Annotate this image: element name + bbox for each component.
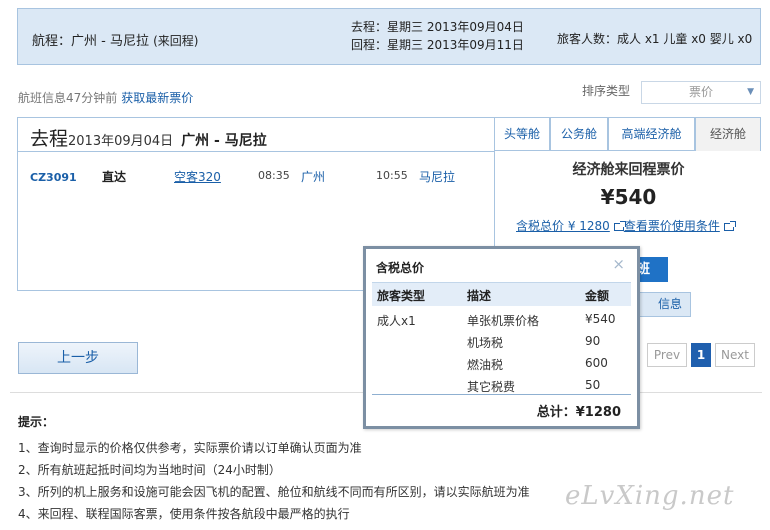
route-summary: 航程：广州 - 马尼拉 (来回程) xyxy=(32,30,199,49)
header-pax-type: 旅客类型 xyxy=(377,289,426,303)
header-amount: 金额 xyxy=(585,289,610,303)
flight-type: 直达 xyxy=(102,170,127,184)
arrive-city: 马尼拉 xyxy=(419,170,456,184)
popup-table-header: 旅客类型 描述 金额 xyxy=(372,282,631,306)
arrive-time: 10:55 xyxy=(376,169,408,182)
depart-label: 去程： xyxy=(351,20,388,34)
external-link-icon xyxy=(723,220,736,231)
next-page-button[interactable]: Next xyxy=(715,343,755,367)
chevron-down-icon: ▼ xyxy=(747,87,754,97)
route-cities: 广州 - 马尼拉 xyxy=(71,34,149,49)
sort-select[interactable]: 票价 ▼ xyxy=(641,81,761,104)
passenger-count: 旅客人数：成人 x1 儿童 x0 婴儿 x0 xyxy=(557,30,752,47)
popup-icon xyxy=(613,220,626,231)
aircraft-link[interactable]: 空客320 xyxy=(174,168,221,185)
fare-price: ¥540 xyxy=(600,185,657,209)
prev-page-button[interactable]: Prev xyxy=(647,343,687,367)
popup-total: 总计：¥1280 xyxy=(536,405,621,420)
panel-title: 去程2013年09月04日 广州 - 马尼拉 xyxy=(30,124,267,151)
row-amount: 600 xyxy=(585,356,608,370)
sort-value: 票价 xyxy=(688,85,713,99)
return-date: 星期三 2013年09月11日 xyxy=(387,38,524,52)
refresh-fares-link[interactable]: 获取最新票价 xyxy=(121,91,193,105)
flight-number[interactable]: CZ3091 xyxy=(30,171,77,184)
row-desc: 燃油税 xyxy=(467,358,504,372)
fare-title: 经济舱来回程票价 xyxy=(572,162,685,178)
row-desc: 其它税费 xyxy=(467,380,516,394)
route-note: (来回程) xyxy=(153,34,199,48)
tip-item: 2、所有航班起抵时间均为当地时间（24小时制） xyxy=(18,463,281,477)
depart-date: 星期三 2013年09月04日 xyxy=(387,20,524,34)
leg-route: 广州 - 马尼拉 xyxy=(181,133,267,149)
row-desc: 单张机票价格 xyxy=(467,314,540,328)
info-text: 航班信息47分钟前 xyxy=(18,91,118,105)
depart-city: 广州 xyxy=(301,170,326,184)
leg-date: 2013年09月04日 xyxy=(68,134,174,149)
pax-value: 成人 x1 儿童 x0 婴儿 x0 xyxy=(617,32,753,46)
tip-item: 3、所列的机上服务和设施可能会因飞机的配置、舱位和航线不同而有所区别，请以实际航… xyxy=(18,485,530,499)
close-icon[interactable]: × xyxy=(612,255,625,273)
row-pax: 成人x1 xyxy=(377,314,416,328)
watermark-logo: eLvXing.net xyxy=(565,481,735,511)
tab-first-class[interactable]: 头等舱 xyxy=(494,118,550,151)
depart-time: 08:35 xyxy=(258,169,290,182)
tip-item: 1、查询时显示的价格仅供参考，实际票价请以订单确认页面为准 xyxy=(18,441,362,455)
leg-title: 去程 xyxy=(30,128,69,150)
tax-total-link[interactable]: 含税总价 ¥ 1280 xyxy=(516,219,610,233)
divider xyxy=(372,394,631,395)
trip-dates: 去程：星期三 2013年09月04日 回程：星期三 2013年09月11日 xyxy=(351,18,524,54)
tab-economy[interactable]: 经济舱 xyxy=(695,118,761,152)
tab-premium-economy[interactable]: 高端经济舱 xyxy=(608,118,695,151)
tips-title: 提示： xyxy=(18,415,55,429)
row-desc: 机场税 xyxy=(467,336,504,350)
return-label: 回程： xyxy=(351,38,388,52)
tips-list: 1、查询时显示的价格仅供参考，实际票价请以订单确认页面为准 2、所有航班起抵时间… xyxy=(18,437,530,525)
divider xyxy=(18,151,494,152)
tip-item: 4、来回程、联程国际客票，使用条件按各航段中最严格的执行 xyxy=(18,507,350,521)
route-label: 航程： xyxy=(32,34,72,49)
row-amount: 90 xyxy=(585,334,601,348)
header-description: 描述 xyxy=(467,289,492,303)
fare-links: 含税总价 ¥ 1280 查看票价使用条件 xyxy=(516,217,736,234)
page-number[interactable]: 1 xyxy=(691,343,711,367)
back-button[interactable]: 上一步 xyxy=(18,342,138,374)
trip-summary-bar: 航程：广州 - 马尼拉 (来回程) 去程：星期三 2013年09月04日 回程：… xyxy=(17,8,761,65)
row-amount: ¥540 xyxy=(585,312,616,326)
row-amount: 50 xyxy=(585,378,601,392)
sort-label: 排序类型 xyxy=(582,84,631,98)
pax-label: 旅客人数： xyxy=(557,32,618,46)
fare-terms-link[interactable]: 查看票价使用条件 xyxy=(624,219,720,233)
tax-breakdown-popup: 含税总价 × 旅客类型 描述 金额 成人x1 单张机票价格 ¥540 机场税 9… xyxy=(363,246,640,429)
tab-business[interactable]: 公务舱 xyxy=(550,118,608,151)
flight-info-age: 航班信息47分钟前 获取最新票价 xyxy=(18,89,193,106)
popup-title: 含税总价 xyxy=(376,261,425,275)
